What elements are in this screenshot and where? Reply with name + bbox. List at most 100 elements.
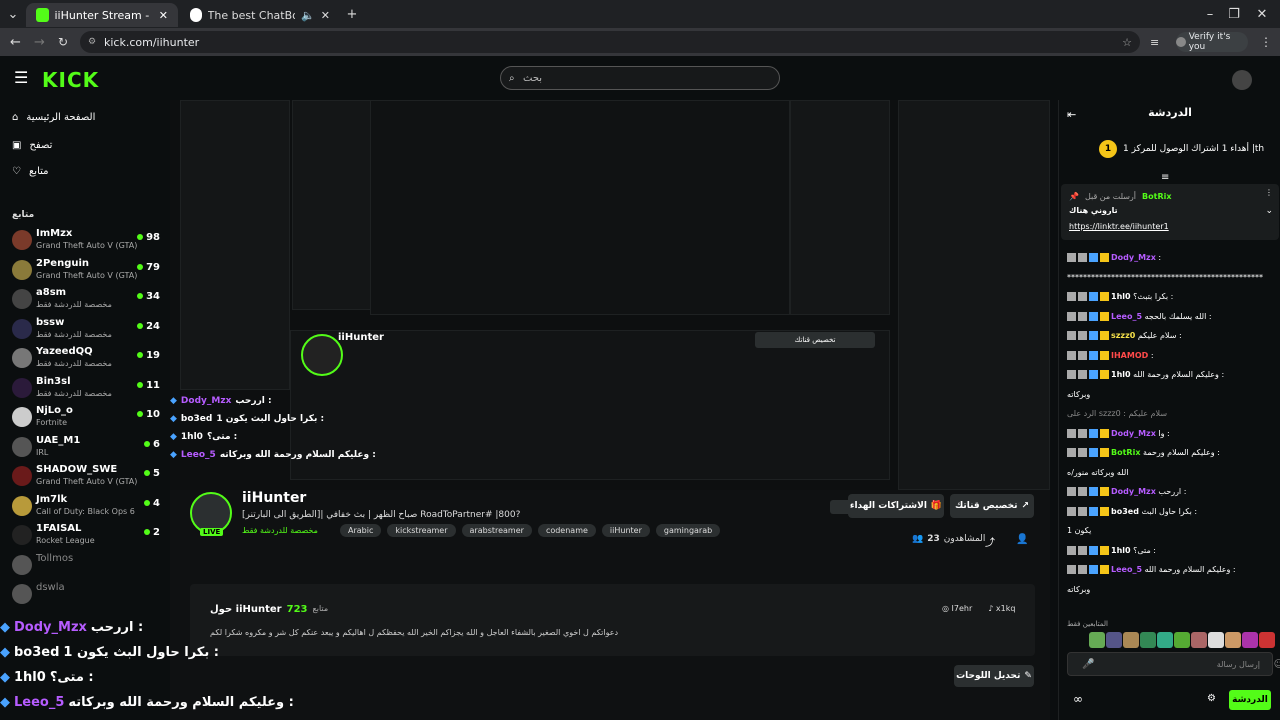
chat-username[interactable]: 1hl0 — [1111, 370, 1131, 379]
share-icon[interactable]: ⤴ — [985, 534, 995, 549]
chat-message[interactable]: الرد على szzz0 : سلام عليكم — [1067, 408, 1273, 420]
forward-icon[interactable]: → — [34, 35, 45, 50]
chat-username[interactable]: 1hl0 — [1111, 546, 1131, 555]
chat-username[interactable]: bo3ed — [1111, 507, 1139, 516]
stream-tag[interactable]: iiHunter — [601, 524, 650, 537]
channel-item[interactable]: dswla — [10, 580, 160, 608]
tiktok-link[interactable]: ♪ x1kq — [988, 604, 1015, 613]
channel-item[interactable]: SHADOW_SWE Grand Theft Auto V (GTA) 5 — [10, 462, 160, 490]
viewer-avatar[interactable] — [1225, 632, 1241, 648]
chat-message[interactable]: IHAMOD : — [1067, 350, 1273, 362]
chat-message[interactable]: 1hl0 بكرا بتبث؟ : — [1067, 291, 1273, 303]
channel-item[interactable]: 1FAISAL Rocket League 2 — [10, 521, 160, 549]
microphone-icon[interactable]: 🎤 — [1082, 659, 1094, 670]
send-chat-button[interactable]: الدردشة — [1229, 690, 1271, 710]
chat-message[interactable]: 1hl0 متى؟ : — [1067, 545, 1273, 557]
stream-tag[interactable]: gamingarab — [655, 524, 721, 537]
gift-subs-button[interactable]: الاشتراكات الهداء 🎁 — [848, 494, 944, 518]
stream-tag[interactable]: arabstreamer — [461, 524, 532, 537]
chat-message[interactable]: Leeo_5 وعليكم السلام ورحمة الله : — [1067, 564, 1273, 576]
viewer-avatar[interactable] — [1140, 632, 1156, 648]
new-tab-button[interactable]: + — [340, 0, 364, 28]
back-icon[interactable]: ← — [10, 35, 21, 50]
viewer-avatar[interactable] — [1123, 632, 1139, 648]
close-tab-icon[interactable]: ✕ — [321, 9, 330, 22]
chat-username[interactable]: Leeo_5 — [1111, 312, 1142, 321]
search-input[interactable]: ⌕ بحث — [500, 66, 780, 90]
channel-item[interactable]: UAE_M1 IRL 6 — [10, 433, 160, 461]
chat-username[interactable]: 1hl0 — [1111, 292, 1131, 301]
pinned-menu-icon[interactable]: ⋮ — [1265, 188, 1273, 197]
emoji-icon[interactable]: ☺ — [1274, 659, 1280, 670]
channel-item[interactable]: Bin3sl مخصصة للدردشة فقط 11 — [10, 374, 160, 402]
bookmark-star-icon[interactable]: ☆ — [1122, 36, 1132, 49]
chat-username[interactable]: Dody_Mzx — [1111, 487, 1156, 496]
tab-search-icon[interactable]: ⌄ — [0, 0, 26, 28]
chat-username[interactable]: BotRix — [1111, 448, 1140, 457]
viewer-avatar[interactable] — [1242, 632, 1258, 648]
address-bar[interactable]: ⚙ kick.com/iihunter ☆ — [80, 31, 1140, 53]
streamer-name[interactable]: iiHunter — [242, 490, 306, 506]
viewer-avatar[interactable] — [1106, 632, 1122, 648]
channel-item[interactable]: bssw مخصصة للدردشة فقط 24 — [10, 315, 160, 343]
chat-message[interactable]: 1hl0 وعليكم السلام ورحمة الله : — [1067, 369, 1273, 381]
profile-verify-button[interactable]: Verify it's you — [1176, 32, 1248, 52]
chat-message[interactable]: ****************************************… — [1067, 272, 1273, 284]
chat-username[interactable]: Leeo_5 — [1111, 565, 1142, 574]
channel-item[interactable]: a8sm مخصصة للدردشة فقط 34 — [10, 285, 160, 313]
media-control-icon[interactable]: ≡ — [1150, 36, 1159, 49]
channel-item[interactable]: Jm7lk Call of Duty: Black Ops 6 4 — [10, 492, 160, 520]
close-window-button[interactable]: ✕ — [1242, 0, 1280, 28]
chat-message[interactable]: BotRix وعليكم السلام ورحمة : — [1067, 447, 1273, 459]
channel-item[interactable]: YazeedQQ مخصصة للدردشة فقط 19 — [10, 344, 160, 372]
site-info-icon[interactable]: ⚙ — [88, 37, 96, 47]
chat-message[interactable]: Leeo_5 الله يسلمك بالحجه : — [1067, 311, 1273, 323]
chat-message[interactable]: يكون 1 — [1067, 525, 1273, 537]
expand-icon[interactable]: ≡ — [1161, 172, 1169, 183]
tab-kick[interactable]: iiHunter Stream - Watch Live o ✕ — [26, 3, 178, 27]
close-tab-icon[interactable]: ✕ — [159, 9, 168, 22]
chat-message[interactable]: وبركاته — [1067, 389, 1273, 401]
channel-item[interactable]: 2Penguin Grand Theft Auto V (GTA) 79 — [10, 256, 160, 284]
reload-icon[interactable]: ↻ — [58, 35, 68, 49]
instagram-link[interactable]: ◎ I7ehr — [942, 604, 972, 613]
kick-logo[interactable]: KICK — [42, 68, 99, 92]
viewer-avatar[interactable] — [1089, 632, 1105, 648]
sidebar-item-browse[interactable]: ▣ تصفح — [12, 140, 52, 151]
points-icon[interactable]: ∞ — [1073, 692, 1083, 706]
user-avatar[interactable] — [1232, 70, 1252, 90]
chat-message[interactable]: الله وبركاته منور/ه — [1067, 467, 1273, 479]
chat-username[interactable]: Dody_Mzx — [1111, 429, 1156, 438]
sidebar-item-home[interactable]: ⌂ الصفحة الرئيسية — [12, 112, 95, 123]
chat-message[interactable]: szzz0 سلام عليكم : — [1067, 330, 1273, 342]
channel-item[interactable]: NjLo_o Fortnite 10 — [10, 403, 160, 431]
chat-message[interactable]: وبركاته — [1067, 584, 1273, 596]
chat-message[interactable]: Dody_Mzx اررحب : — [1067, 486, 1273, 498]
customize-channel-button[interactable]: تخصيص قناتك ↗ — [950, 494, 1034, 518]
viewer-avatar[interactable] — [1174, 632, 1190, 648]
chat-message[interactable]: Dody_Mzx : — [1067, 252, 1273, 264]
channel-item[interactable]: ImMzx Grand Theft Auto V (GTA) 98 — [10, 226, 160, 254]
channel-item[interactable]: Tollmos — [10, 551, 160, 579]
edit-panels-button[interactable]: تحديل اللوحات ✎ — [954, 665, 1034, 687]
chat-username[interactable]: IHAMOD — [1111, 351, 1148, 360]
sidebar-item-following[interactable]: ♡ متابع — [12, 166, 49, 177]
stream-tag[interactable]: Arabic — [340, 524, 382, 537]
stream-category[interactable]: مخصصة للدردشة فقط — [242, 526, 318, 535]
chevron-down-icon[interactable]: ⌄ — [1265, 206, 1273, 216]
viewer-avatar[interactable] — [1208, 632, 1224, 648]
stream-tag[interactable]: codename — [537, 524, 596, 537]
viewer-avatar[interactable] — [1157, 632, 1173, 648]
chat-input[interactable]: 🎤 إرسال رسالة ☺ — [1067, 652, 1280, 676]
browser-menu-icon[interactable]: ⋮ — [1260, 35, 1272, 49]
pinned-link[interactable]: https://linktr.ee/iihunter1 — [1069, 222, 1169, 231]
chat-username[interactable]: szzz0 — [1111, 331, 1135, 340]
follow-icon[interactable]: 👤 — [1016, 534, 1028, 545]
tab-chatbot[interactable]: The best ChatBot and Widg 🔈 ✕ — [180, 3, 340, 27]
viewer-avatar[interactable] — [1191, 632, 1207, 648]
hamburger-menu-icon[interactable]: ☰ — [14, 68, 28, 87]
chat-username[interactable]: Dody_Mzx — [1111, 253, 1156, 262]
stream-tag[interactable]: kickstreamer — [387, 524, 456, 537]
chat-message[interactable]: Dody_Mzx وا : — [1067, 428, 1273, 440]
viewer-avatar[interactable] — [1259, 632, 1275, 648]
